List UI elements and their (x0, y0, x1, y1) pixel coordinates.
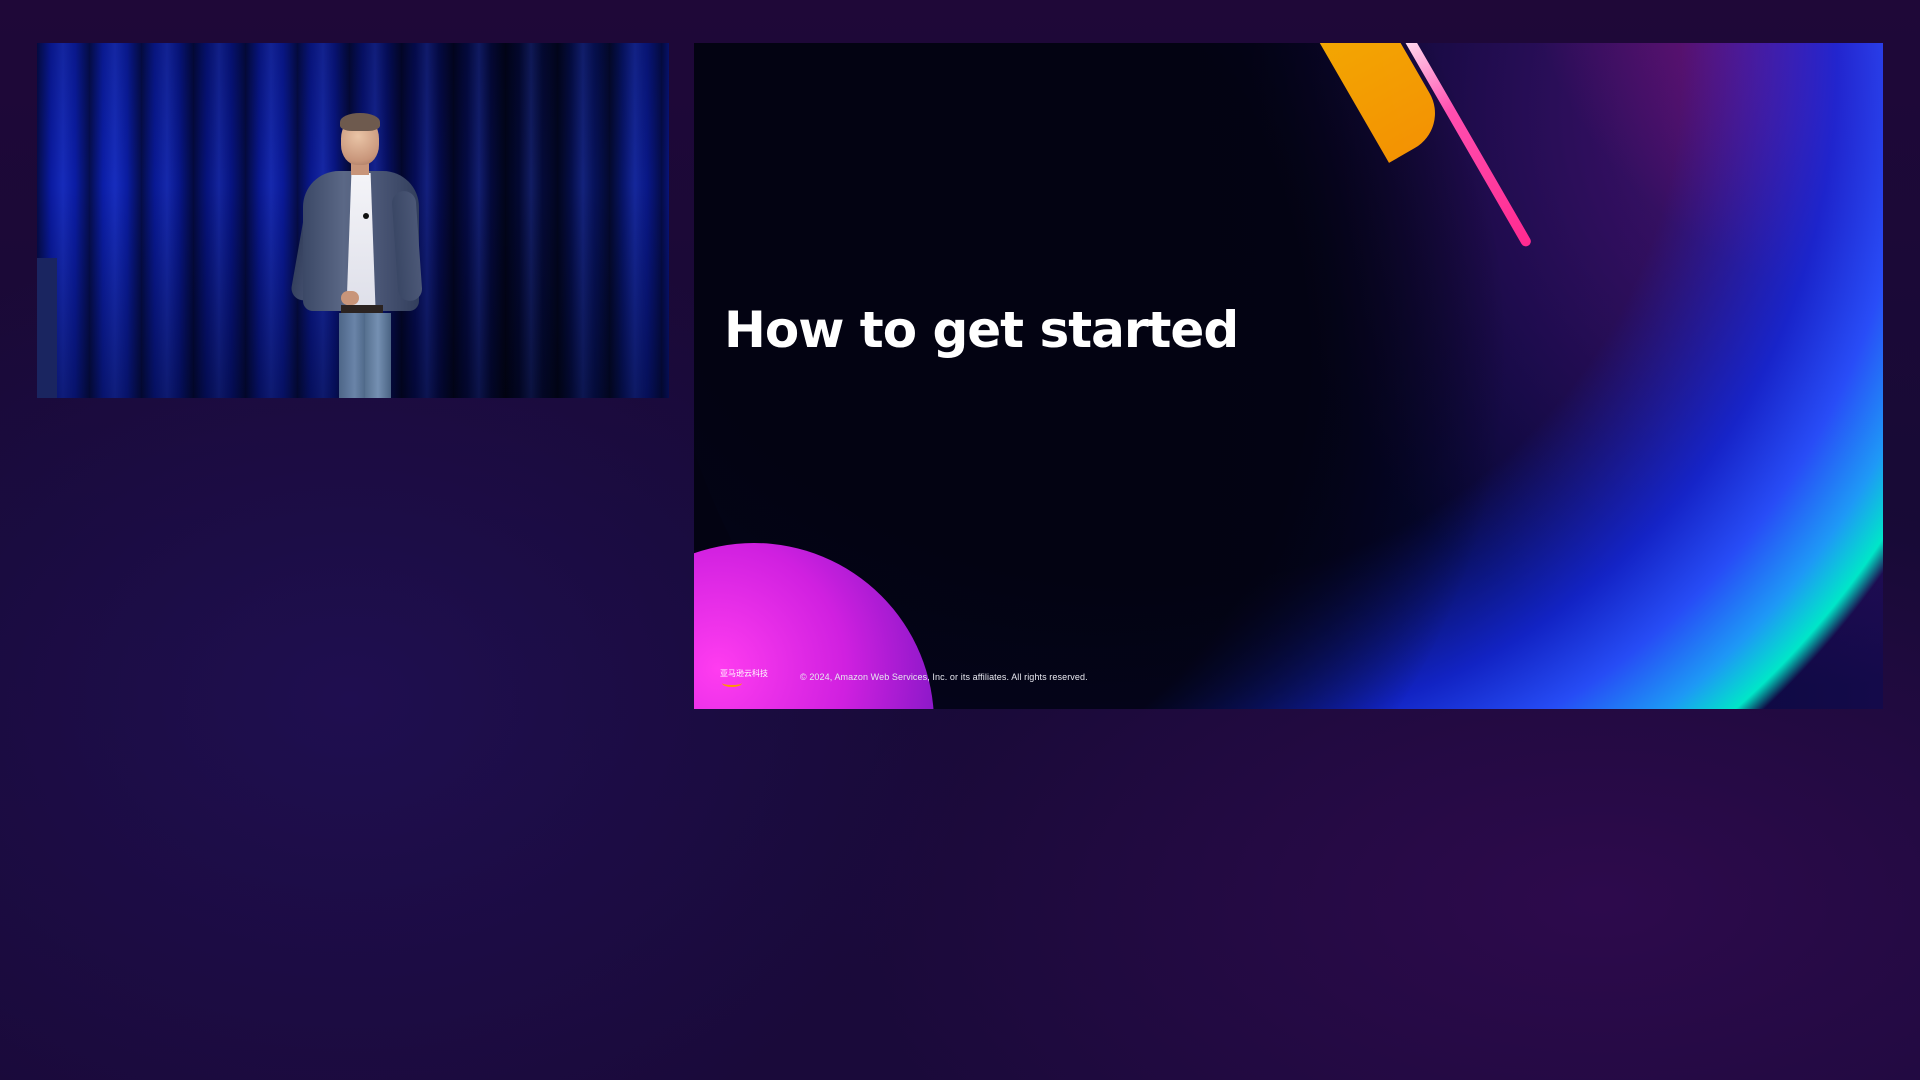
lapel-mic (363, 213, 369, 219)
speaker-video (37, 43, 669, 398)
presentation-stage: How to get started 亚马逊云科技 © 2024, Amazon… (0, 0, 1920, 1080)
presentation-slide: How to get started 亚马逊云科技 © 2024, Amazon… (694, 43, 1883, 709)
slide-title: How to get started (724, 301, 1239, 359)
stage-light (37, 258, 57, 398)
slide-footer: 亚马逊云科技 © 2024, Amazon Web Services, Inc.… (720, 669, 1088, 687)
logo-text: 亚马逊云科技 (720, 669, 768, 678)
aws-china-logo-icon: 亚马逊云科技 (720, 669, 768, 687)
copyright-notice: © 2024, Amazon Web Services, Inc. or its… (800, 672, 1088, 682)
presenter (269, 73, 439, 398)
